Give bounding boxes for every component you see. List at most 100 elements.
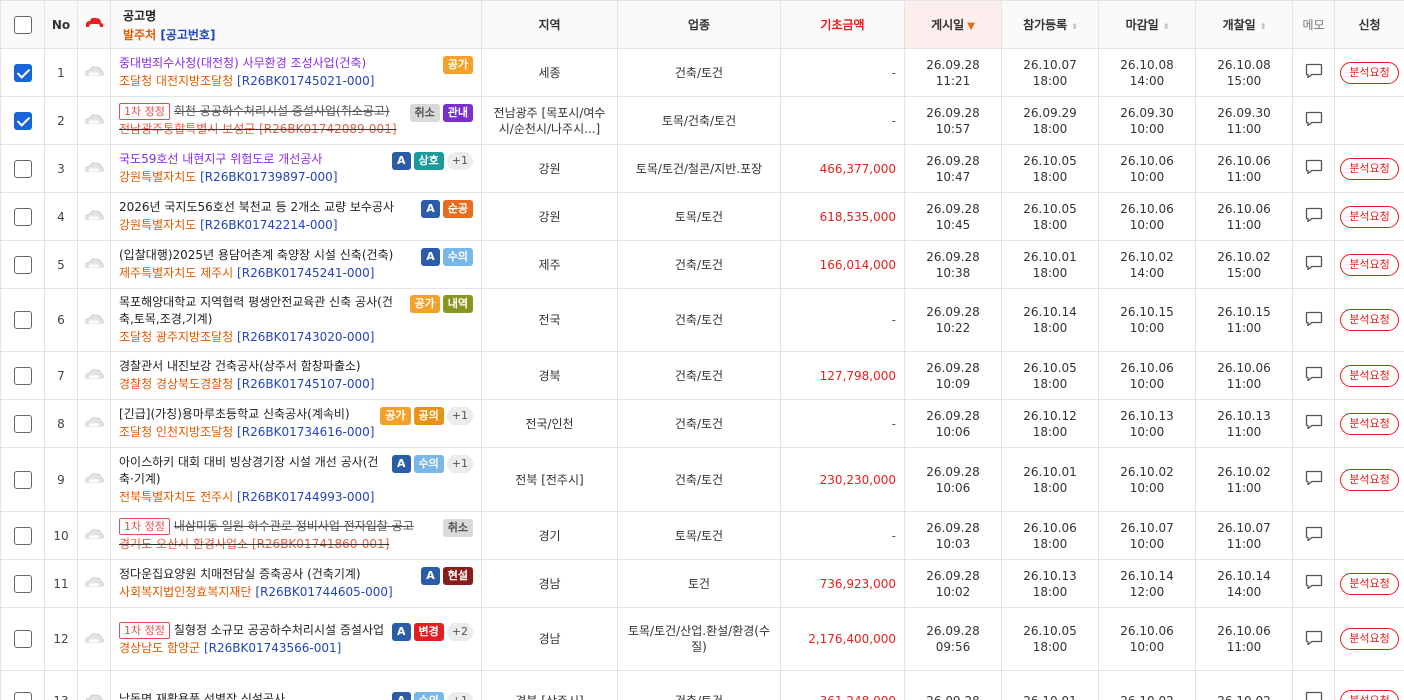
row-select-cell[interactable] bbox=[0, 399, 45, 448]
memo-icon[interactable] bbox=[1305, 207, 1323, 223]
memo-icon[interactable] bbox=[1305, 414, 1323, 430]
table-row[interactable]: 4 2026년 국지도56호선 북천교 등 2개소 교량 보수공사 강원특별자치도 … bbox=[0, 192, 1404, 241]
scrap-cell[interactable] bbox=[77, 288, 111, 352]
row-checkbox[interactable] bbox=[13, 159, 32, 178]
scrap-cell[interactable] bbox=[77, 144, 111, 193]
memo-icon[interactable] bbox=[1305, 159, 1323, 175]
notice-title-cell[interactable]: 1차 정정 회천 공공하수처리시설 증설사업(취소공고) 전남광주통합특별시 보성군… bbox=[110, 96, 482, 145]
scrap-cloud-icon[interactable] bbox=[84, 65, 104, 77]
analysis-request-button[interactable]: 분석요청 bbox=[1340, 253, 1399, 276]
analysis-request-button[interactable]: 분석요청 bbox=[1340, 689, 1399, 700]
scrap-cell[interactable] bbox=[77, 447, 111, 512]
notice-title-cell[interactable]: 목포해양대학교 지역협력 평생안전교육관 신축 공사(건축,토목,조경,기계) 조… bbox=[110, 288, 482, 352]
scrap-cloud-icon[interactable] bbox=[84, 113, 104, 125]
column-header-price[interactable]: 기초금액 bbox=[780, 0, 905, 49]
analysis-request-button[interactable]: 분석요청 bbox=[1340, 468, 1399, 491]
scrap-cloud-icon[interactable] bbox=[84, 576, 104, 588]
row-select-cell[interactable] bbox=[0, 192, 45, 241]
notice-title-line[interactable]: 아이스하키 대회 대비 빙상경기장 시설 개선 공사(건축·기계) bbox=[119, 454, 388, 488]
table-row[interactable]: 13 낙동면 재활용품 선별장 신설공사 A수의+1 경북 [상주시] 건축/토건 361… bbox=[0, 670, 1404, 700]
scrap-cell[interactable] bbox=[77, 399, 111, 448]
memo-cell[interactable] bbox=[1292, 288, 1335, 352]
notice-title-line[interactable]: [긴급](가칭)용마루초등학교 신축공사(계속비) bbox=[119, 406, 376, 423]
row-checkbox[interactable] bbox=[13, 470, 32, 489]
notice-title-cell[interactable]: 1차 정정 칠형정 소규모 공공하수처리시설 증설사업 경상남도 함양군 [R26B… bbox=[110, 607, 482, 671]
memo-cell[interactable] bbox=[1292, 351, 1335, 400]
analysis-request-button[interactable]: 분석요청 bbox=[1340, 364, 1399, 387]
table-row[interactable]: 11 정다운집요양원 치매전담실 증축공사 (건축기계) 사회복지법인청효복지재단 … bbox=[0, 559, 1404, 608]
scrap-cloud-icon[interactable] bbox=[84, 416, 104, 428]
row-select-cell[interactable] bbox=[0, 511, 45, 560]
memo-icon[interactable] bbox=[1305, 526, 1323, 542]
analysis-request-button[interactable]: 분석요청 bbox=[1340, 572, 1399, 595]
column-header-deadline[interactable]: 마감일 ⬍ bbox=[1098, 0, 1196, 49]
notice-title-text[interactable]: 내삼미동 일원 하수관로 정비사업 전자입찰 공고 bbox=[174, 519, 414, 533]
scrap-cloud-icon[interactable] bbox=[84, 257, 104, 269]
analysis-request-button[interactable]: 분석요청 bbox=[1340, 61, 1399, 84]
memo-icon[interactable] bbox=[1305, 470, 1323, 486]
notice-title-cell[interactable]: (입찰대행)2025년 용담어촌계 축양장 시설 신축(건축) 제주특별자치도 제… bbox=[110, 240, 482, 289]
notice-title-line[interactable]: 목포해양대학교 지역협력 평생안전교육관 신축 공사(건축,토목,조경,기계) bbox=[119, 294, 406, 328]
scrap-cell[interactable] bbox=[77, 240, 111, 289]
analysis-request-button[interactable]: 분석요청 bbox=[1340, 205, 1399, 228]
row-select-cell[interactable] bbox=[0, 288, 45, 352]
table-row[interactable]: 12 1차 정정 칠형정 소규모 공공하수처리시설 증설사업 경상남도 함양군 [R2… bbox=[0, 607, 1404, 671]
memo-cell[interactable] bbox=[1292, 96, 1335, 145]
row-checkbox[interactable] bbox=[13, 63, 32, 82]
row-select-cell[interactable] bbox=[0, 96, 45, 145]
notice-title-text[interactable]: 중대범죄수사청(대전청) 사무환경 조성사업(건축) bbox=[119, 56, 366, 70]
notice-title-cell[interactable]: 정다운집요양원 치매전담실 증축공사 (건축기계) 사회복지법인청효복지재단 [R… bbox=[110, 559, 482, 608]
column-header-opening[interactable]: 개찰일 ⬍ bbox=[1195, 0, 1293, 49]
row-checkbox[interactable] bbox=[13, 526, 32, 545]
notice-title-cell[interactable]: 중대범죄수사청(대전청) 사무환경 조성사업(건축) 조달청 대전지방조달청 [R… bbox=[110, 48, 482, 97]
notice-title-line[interactable]: 2026년 국지도56호선 북천교 등 2개소 교량 보수공사 bbox=[119, 199, 417, 216]
table-row[interactable]: 3 국도59호선 내현지구 위험도로 개선공사 강원특별자치도 [R26BK0173… bbox=[0, 144, 1404, 193]
notice-title-cell[interactable]: 낙동면 재활용품 선별장 신설공사 A수의+1 bbox=[110, 670, 482, 700]
analysis-request-button[interactable]: 분석요청 bbox=[1340, 628, 1399, 650]
memo-icon[interactable] bbox=[1305, 255, 1323, 271]
scrap-cell[interactable] bbox=[77, 192, 111, 241]
scrap-cell[interactable] bbox=[77, 351, 111, 400]
notice-title-text[interactable]: 정다운집요양원 치매전담실 증축공사 (건축기계) bbox=[119, 567, 361, 581]
table-row[interactable]: 9 아이스하키 대회 대비 빙상경기장 시설 개선 공사(건축·기계) 전북특별자치… bbox=[0, 447, 1404, 512]
table-row[interactable]: 2 1차 정정 회천 공공하수처리시설 증설사업(취소공고) 전남광주통합특별시 보성… bbox=[0, 96, 1404, 145]
row-checkbox[interactable] bbox=[13, 366, 32, 385]
notice-title-cell[interactable]: 1차 정정 내삼미동 일원 하수관로 정비사업 전자입찰 공고 경기도 오산시 환경… bbox=[110, 511, 482, 560]
row-select-cell[interactable] bbox=[0, 48, 45, 97]
table-row[interactable]: 10 1차 정정 내삼미동 일원 하수관로 정비사업 전자입찰 공고 경기도 오산시 … bbox=[0, 511, 1404, 560]
row-checkbox[interactable] bbox=[13, 255, 32, 274]
memo-cell[interactable] bbox=[1292, 399, 1335, 448]
notice-title-text[interactable]: 경찰관서 내진보강 건축공사(상주서 함창파출소) bbox=[119, 359, 361, 373]
notice-title-line[interactable]: 1차 정정 내삼미동 일원 하수관로 정비사업 전자입찰 공고 bbox=[119, 518, 439, 535]
select-all-header[interactable] bbox=[0, 0, 45, 49]
notice-title-cell[interactable]: 경찰관서 내진보강 건축공사(상주서 함창파출소) 경찰청 경상북도경찰청 [R2… bbox=[110, 351, 482, 400]
row-checkbox[interactable] bbox=[13, 111, 32, 130]
notice-title-line[interactable]: 1차 정정 회천 공공하수처리시설 증설사업(취소공고) bbox=[119, 103, 406, 120]
notice-title-cell[interactable]: 2026년 국지도56호선 북천교 등 2개소 교량 보수공사 강원특별자치도 [… bbox=[110, 192, 482, 241]
notice-title-line[interactable]: 경찰관서 내진보강 건축공사(상주서 함창파출소) bbox=[119, 358, 473, 375]
memo-icon[interactable] bbox=[1305, 574, 1323, 590]
notice-title-text[interactable]: 칠형정 소규모 공공하수처리시설 증설사업 bbox=[174, 623, 384, 637]
memo-cell[interactable] bbox=[1292, 670, 1335, 700]
row-checkbox[interactable] bbox=[13, 574, 32, 593]
table-row[interactable]: 6 목포해양대학교 지역협력 평생안전교육관 신축 공사(건축,토목,조경,기계)… bbox=[0, 288, 1404, 352]
notice-title-text[interactable]: (입찰대행)2025년 용담어촌계 축양장 시설 신축(건축) bbox=[119, 248, 393, 262]
table-row[interactable]: 1 중대범죄수사청(대전청) 사무환경 조성사업(건축) 조달청 대전지방조달청 [… bbox=[0, 48, 1404, 97]
scrap-cloud-icon[interactable] bbox=[84, 209, 104, 221]
row-select-cell[interactable] bbox=[0, 559, 45, 608]
notice-title-text[interactable]: 국도59호선 내현지구 위험도로 개선공사 bbox=[119, 152, 322, 166]
scrap-cloud-icon[interactable] bbox=[84, 693, 104, 700]
memo-cell[interactable] bbox=[1292, 192, 1335, 241]
notice-title-text[interactable]: [긴급](가칭)용마루초등학교 신축공사(계속비) bbox=[119, 407, 350, 421]
notice-title-text[interactable]: 2026년 국지도56호선 북천교 등 2개소 교량 보수공사 bbox=[119, 200, 394, 214]
memo-icon[interactable] bbox=[1305, 111, 1323, 127]
scrap-cloud-icon[interactable] bbox=[84, 368, 104, 380]
row-select-cell[interactable] bbox=[0, 447, 45, 512]
notice-title-text[interactable]: 아이스하키 대회 대비 빙상경기장 시설 개선 공사(건축·기계) bbox=[119, 455, 378, 486]
notice-title-text[interactable]: 목포해양대학교 지역협력 평생안전교육관 신축 공사(건축,토목,조경,기계) bbox=[119, 295, 393, 326]
memo-icon[interactable] bbox=[1305, 630, 1323, 646]
memo-cell[interactable] bbox=[1292, 144, 1335, 193]
memo-icon[interactable] bbox=[1305, 691, 1323, 700]
notice-title-line[interactable]: 낙동면 재활용품 선별장 신설공사 bbox=[119, 691, 388, 700]
notice-title-cell[interactable]: 국도59호선 내현지구 위험도로 개선공사 강원특별자치도 [R26BK01739… bbox=[110, 144, 482, 193]
